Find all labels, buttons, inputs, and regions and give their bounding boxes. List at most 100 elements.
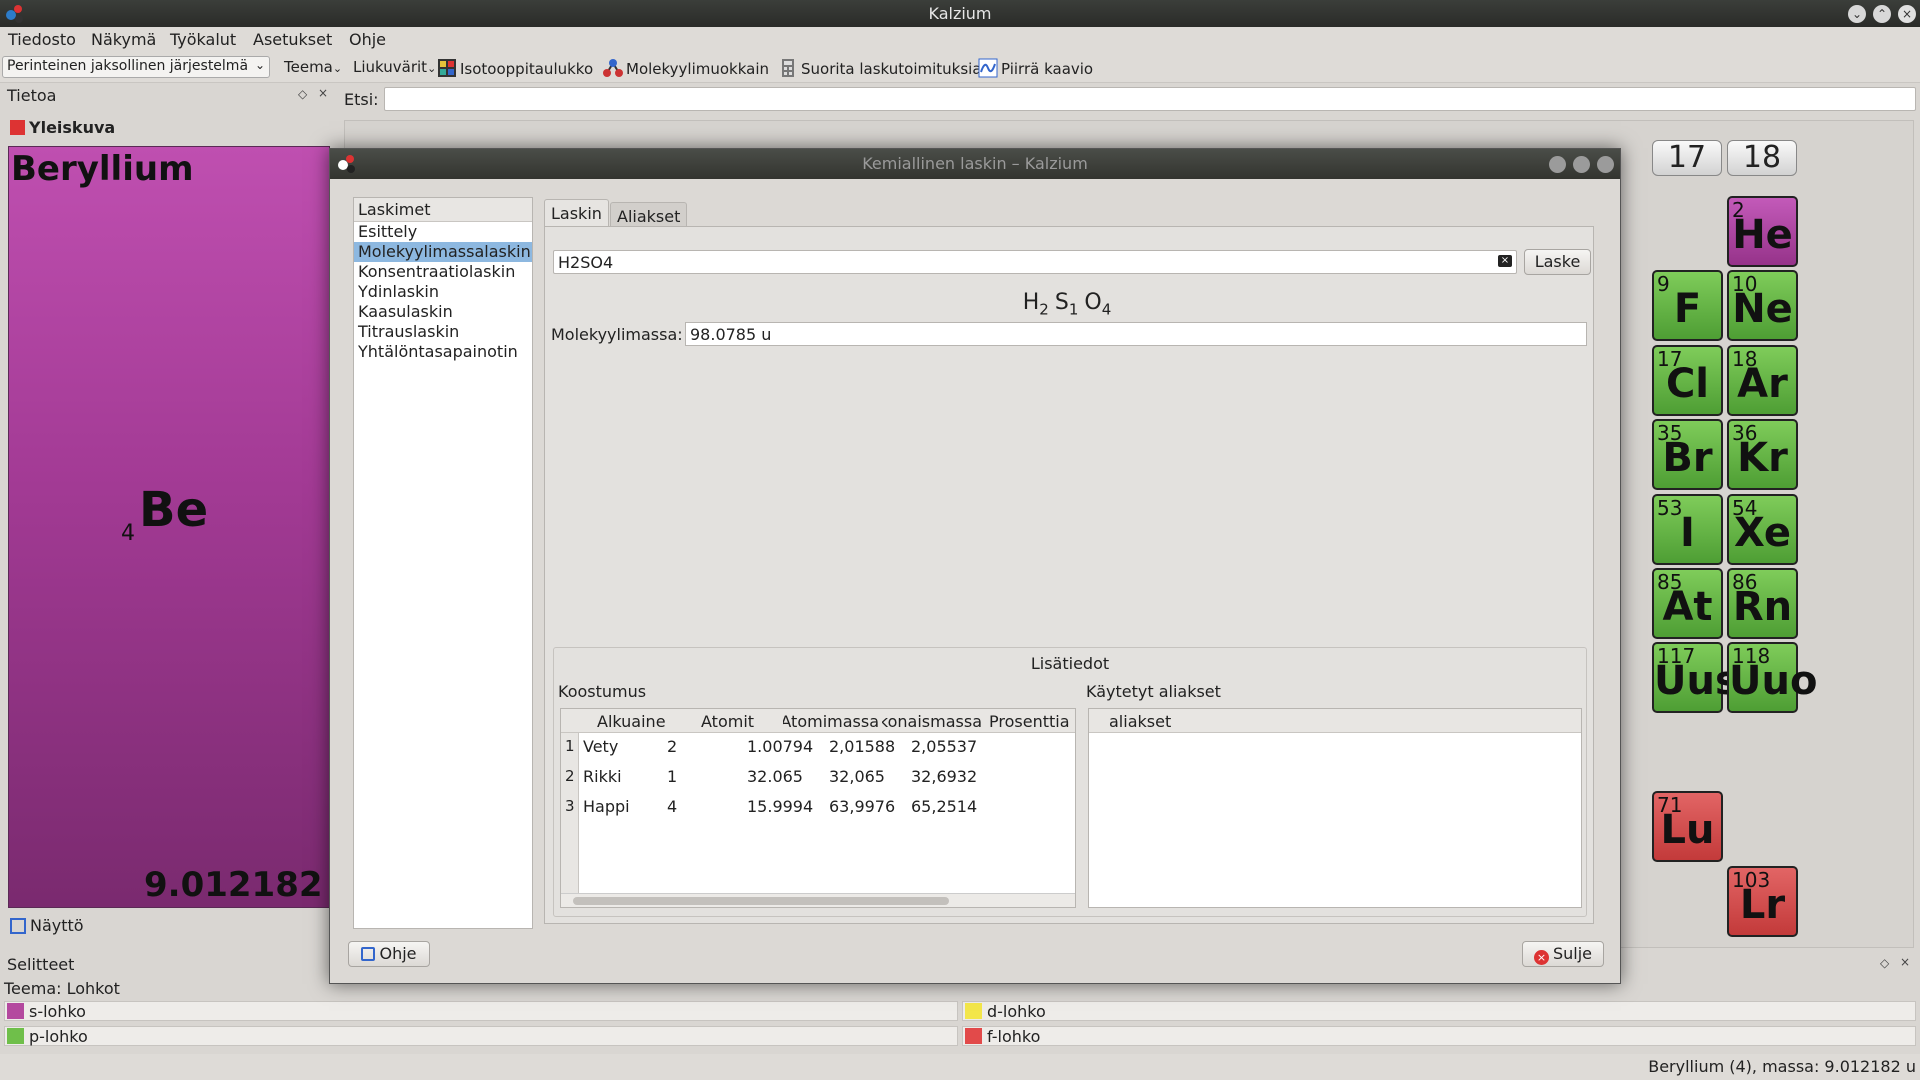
- menu-settings[interactable]: Asetukset: [253, 30, 332, 49]
- calculator-list-item[interactable]: Esittely: [354, 222, 532, 242]
- tab-aliases[interactable]: Aliakset: [610, 202, 688, 227]
- element-tile-xe[interactable]: 54 Xe: [1727, 494, 1798, 565]
- isotope-table-button[interactable]: Isotooppitaulukko: [437, 58, 593, 78]
- element-tile-kr[interactable]: 36 Kr: [1727, 419, 1798, 490]
- close-dock-icon[interactable]: ×: [318, 86, 328, 100]
- maximize-button[interactable]: ⌃: [1873, 5, 1891, 23]
- table-cell: 32,065: [829, 767, 885, 786]
- legend-dock-title: Selitteet: [7, 955, 75, 974]
- window-titlebar: Kalzium ⌄ ⌃ ×: [0, 0, 1920, 27]
- legend-swatch: [965, 1003, 982, 1019]
- gradients-label: Liukuvärit: [353, 58, 428, 76]
- horizontal-scrollbar[interactable]: [561, 893, 1075, 907]
- scrollbar-thumb[interactable]: [573, 897, 949, 905]
- overview-icon: [10, 120, 25, 135]
- info-dock-title: Tietoa: [7, 86, 57, 105]
- column-header-atom-mass[interactable]: Atomimassa: [783, 712, 879, 731]
- formula-element-count: 4: [1101, 300, 1112, 319]
- element-tile-br[interactable]: 35 Br: [1652, 419, 1723, 490]
- element-tile-f[interactable]: 9F: [1652, 270, 1723, 341]
- clear-input-icon[interactable]: ×: [1498, 255, 1512, 267]
- formula-element-symbol: O: [1084, 290, 1102, 315]
- element-tile-symbol: Br: [1662, 435, 1713, 481]
- tab-calculator[interactable]: Laskin: [544, 199, 609, 227]
- theme-label: Teema: [284, 58, 333, 76]
- element-tile-ar[interactable]: 18 Ar: [1727, 345, 1798, 416]
- table-cell: 15.9994: [747, 797, 814, 816]
- element-tile-symbol: Kr: [1737, 435, 1788, 481]
- kalzium-app-icon: [338, 155, 355, 173]
- element-tile-symbol: Rn: [1732, 584, 1793, 630]
- column-header-percentage[interactable]: Prosenttia: [989, 712, 1075, 731]
- element-tile-lr[interactable]: 103 Lr: [1727, 866, 1798, 937]
- additional-info-title: Lisätiedot: [1030, 654, 1110, 673]
- molecule-editor-button[interactable]: Molekyylimuokkain: [603, 58, 769, 78]
- status-bar: Beryllium (4), massa: 9.012182 u: [0, 1054, 1920, 1080]
- group-header-18[interactable]: 18: [1727, 140, 1797, 176]
- dialog-close-button[interactable]: [1597, 156, 1614, 173]
- element-tile-lu[interactable]: 71 Lu: [1652, 791, 1723, 862]
- theme-menu-button[interactable]: Teema⌄: [284, 58, 342, 76]
- help-button[interactable]: Ohje: [348, 941, 430, 967]
- minimize-button[interactable]: ⌄: [1848, 5, 1866, 23]
- table-cell: 65,2514: [911, 797, 978, 816]
- legend-label: p-lohko: [29, 1027, 88, 1046]
- calculator-list: Laskimet Esittely Molekyylimassalaskin Kon…: [353, 197, 533, 929]
- float-dock-icon[interactable]: ◇: [1880, 956, 1889, 970]
- table-cell: Rikki: [583, 767, 622, 786]
- calculator-list-item[interactable]: Molekyylimassalaskin: [354, 242, 532, 262]
- menu-view[interactable]: Näkymä: [91, 30, 156, 49]
- menu-help[interactable]: Ohje: [349, 30, 386, 49]
- calculator-list-item[interactable]: Yhtälöntasapainotin: [354, 342, 532, 362]
- group-header-17[interactable]: 17: [1652, 140, 1722, 176]
- column-header-aliases[interactable]: aliakset: [1109, 712, 1171, 731]
- calculator-list-item[interactable]: Ydinlaskin: [354, 282, 532, 302]
- window-title: Kalzium: [928, 4, 992, 23]
- element-tile-uus[interactable]: 117 Uus: [1652, 642, 1739, 713]
- dialog-maximize-button[interactable]: [1573, 156, 1590, 173]
- element-tile-uuo[interactable]: 118 Uuo: [1727, 642, 1818, 713]
- legend-theme: Teema: Lohkot: [4, 979, 120, 998]
- chevron-down-icon: ⌄: [427, 62, 437, 75]
- formula-input[interactable]: H2SO4 ×: [553, 250, 1517, 274]
- element-tile-symbol: Uuo: [1729, 658, 1818, 704]
- column-header-atoms[interactable]: Atomit: [701, 712, 775, 731]
- search-input[interactable]: [384, 87, 1916, 111]
- element-tile-i[interactable]: 53 I: [1652, 494, 1723, 565]
- table-cell: Vety: [583, 737, 619, 756]
- calculator-list-item[interactable]: Konsentraatiolaskin: [354, 262, 532, 282]
- calculator-list-item[interactable]: Titrauslaskin: [354, 322, 532, 342]
- gradients-menu-button[interactable]: Liukuvärit⌄: [353, 58, 436, 76]
- float-dock-icon[interactable]: ◇: [298, 87, 307, 101]
- element-tile-rn[interactable]: 86 Rn: [1727, 568, 1798, 639]
- table-cell: 2: [667, 737, 678, 756]
- close-dialog-button[interactable]: × Sulje: [1522, 941, 1604, 967]
- formula-element: H2: [1023, 290, 1049, 318]
- menu-file[interactable]: Tiedosto: [8, 30, 76, 49]
- calculate-button[interactable]: Suorita laskutoimituksia: [778, 58, 982, 78]
- calculator-list-item[interactable]: Kaasulaskin: [354, 302, 532, 322]
- element-name: Beryllium: [11, 149, 194, 189]
- row-number: 3: [565, 797, 575, 815]
- close-window-button[interactable]: ×: [1898, 5, 1916, 23]
- element-tile-cl[interactable]: 17 Cl: [1652, 345, 1723, 416]
- view-tab[interactable]: Näyttö: [10, 916, 84, 935]
- calculate-formula-button[interactable]: Laske: [1524, 249, 1591, 275]
- menu-tools[interactable]: Työkalut: [170, 30, 236, 49]
- close-dock-icon[interactable]: ×: [1900, 955, 1910, 969]
- molecular-mass-label: Molekyylimassa:: [551, 325, 683, 344]
- dialog-minimize-button[interactable]: [1549, 156, 1566, 173]
- aliases-used-label: Käytetyt aliakset: [1086, 682, 1221, 701]
- column-header-element[interactable]: Alkuaine: [597, 712, 679, 731]
- element-tile-at[interactable]: 85 At: [1652, 568, 1723, 639]
- overview-tab[interactable]: Yleiskuva: [10, 118, 115, 137]
- aliases-table: aliakset: [1088, 708, 1582, 908]
- plot-button[interactable]: Piirrä kaavio: [978, 58, 1093, 78]
- column-header-total-mass[interactable]: Kokonaismassa: [882, 712, 982, 731]
- element-tile-ne[interactable]: 10 Ne: [1727, 270, 1798, 341]
- element-tile-he[interactable]: 2 He: [1727, 196, 1798, 267]
- element-tile-symbol: F: [1673, 286, 1702, 332]
- table-type-combo[interactable]: Perinteinen jaksollinen järjestelmä ⌄: [2, 56, 270, 78]
- element-tile-symbol: Cl: [1665, 361, 1710, 407]
- legend-swatch: [7, 1028, 24, 1044]
